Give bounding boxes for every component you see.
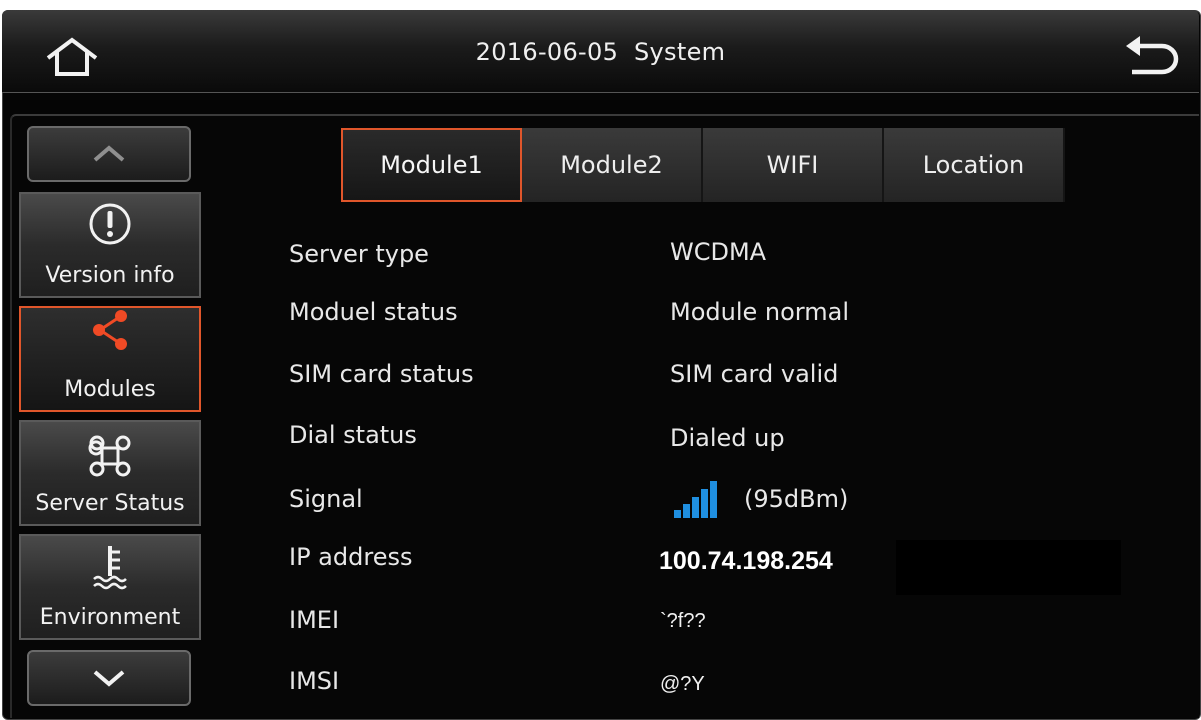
tab-wifi[interactable]: WIFI [703,128,884,202]
redacted-box [896,540,1121,595]
back-button[interactable] [1124,34,1182,78]
sim-status-label: SIM card status [289,360,474,388]
imsi-label: IMSI [289,667,340,695]
back-arrow-icon [1126,36,1179,75]
home-button[interactable] [44,36,100,78]
header-date: 2016-06-05 [475,38,619,66]
tab-location[interactable]: Location [884,128,1065,202]
top-strip [0,0,1201,10]
sidebar-item-label: Modules [64,377,156,402]
dial-status-label: Dial status [289,421,417,449]
signal-label: Signal [289,485,363,513]
tab-module2[interactable]: Module2 [522,128,703,202]
temperature-icon [93,546,127,590]
dial-status-value: Dialed up [670,424,785,452]
sidebar-item-label: Server Status [35,491,185,516]
module-tabs: Module1 Module2 WIFI Location [341,128,1065,202]
command-icon [88,435,131,477]
info-circle-icon [89,203,131,245]
server-type-label: Server type [289,240,429,268]
title-divider [2,92,1199,93]
page-title: 2016-06-05 System [0,38,1201,66]
sidebar-item-version-info[interactable]: Version info [19,192,201,298]
ip-address-label: IP address [289,543,413,571]
imsi-value: @?Y [660,673,705,695]
scroll-down-button[interactable] [27,650,191,706]
home-icon [46,37,98,76]
signal-strength-icon [674,481,717,518]
sim-status-value: SIM card valid [670,360,839,388]
chevron-up-icon [93,145,125,162]
signal-value: (95dBm) [744,485,849,513]
share-icon [93,310,127,350]
header-title-text: System [634,38,726,66]
module-status-value: Module normal [670,298,849,326]
ip-address-value: 100.74.198.254 [659,547,833,575]
module-status-label: Moduel status [289,298,458,326]
imei-label: IMEI [289,606,340,634]
tab-module1[interactable]: Module1 [341,128,522,202]
sidebar-item-environment[interactable]: Environment [19,534,201,640]
scroll-up-button[interactable] [27,126,191,182]
sidebar-item-label: Environment [39,605,181,630]
imei-value: `?f?? [660,610,706,632]
sidebar-item-server-status[interactable]: Server Status [19,420,201,526]
chevron-down-icon [93,670,125,687]
sidebar-item-label: Version info [45,263,175,288]
sidebar-item-modules[interactable]: Modules [19,306,201,412]
server-type-value: WCDMA [670,238,767,266]
